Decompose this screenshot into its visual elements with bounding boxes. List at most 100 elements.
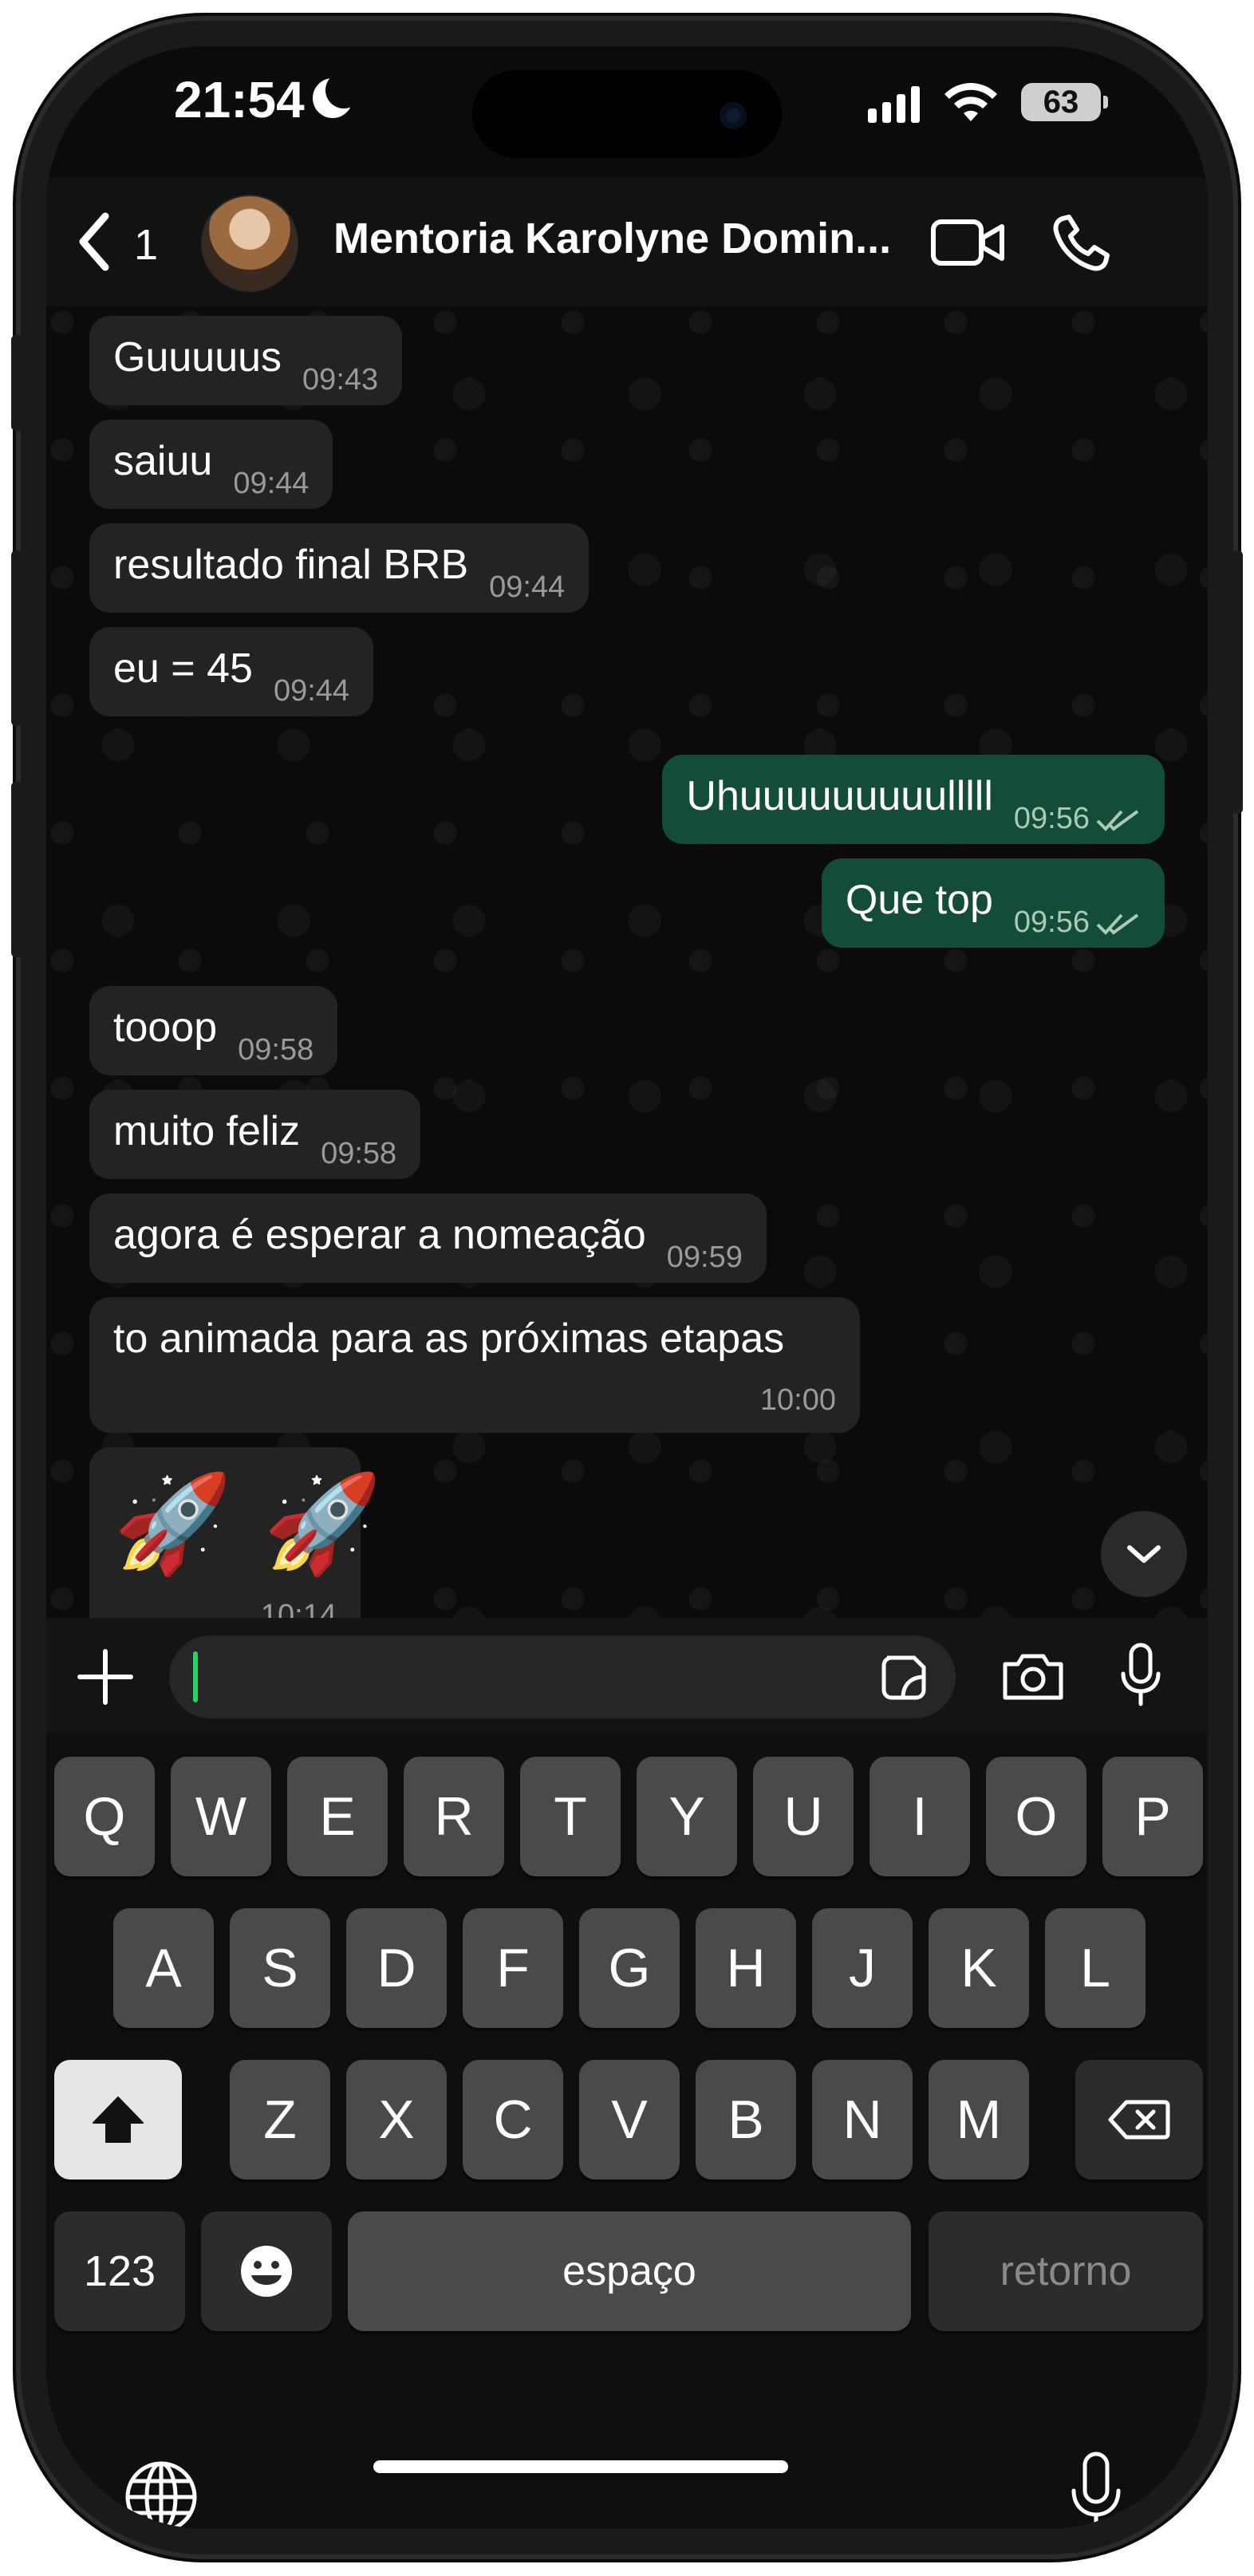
message-text: to animada para as próximas etapas	[113, 1316, 785, 1362]
message-time: 09:44	[273, 674, 350, 708]
message-bubble[interactable]: agora é esperar a nomeação 09:59	[89, 1193, 767, 1283]
key-k[interactable]: K	[929, 1908, 1029, 2028]
camera-icon[interactable]	[1000, 1650, 1066, 1702]
scroll-to-bottom-button[interactable]	[1101, 1511, 1187, 1597]
message-bubble[interactable]: to animada para as próximas etapas 10:00	[89, 1297, 860, 1433]
chevron-left-icon	[79, 212, 109, 271]
key-e[interactable]: E	[287, 1757, 388, 1876]
key-r[interactable]: R	[404, 1757, 504, 1876]
key-g[interactable]: G	[579, 1908, 680, 2028]
key-v[interactable]: V	[579, 2060, 680, 2180]
key-m[interactable]: M	[929, 2060, 1029, 2180]
backspace-key[interactable]	[1075, 2060, 1203, 2180]
volume-down-button	[11, 782, 22, 957]
chat-title[interactable]: Mentoria Karolyne Domin...	[333, 214, 891, 263]
key-y[interactable]: Y	[637, 1757, 737, 1876]
message-bubble[interactable]: Que top 09:56	[821, 858, 1165, 948]
moon-icon	[313, 72, 362, 118]
message-time: 10:14	[260, 1599, 337, 1618]
numbers-key[interactable]: 123	[54, 2211, 185, 2331]
read-receipt-icon	[1096, 810, 1139, 831]
wifi-icon	[944, 83, 997, 121]
chevron-down-icon	[1127, 1545, 1161, 1563]
message-time: 09:56	[1014, 905, 1141, 940]
power-button	[1232, 550, 1243, 814]
key-h[interactable]: H	[696, 1908, 796, 2028]
key-z[interactable]: Z	[230, 2060, 330, 2180]
message-text: muito feliz	[113, 1108, 301, 1154]
cellular-signal-icon	[868, 86, 920, 123]
space-key[interactable]: espaço	[348, 2211, 911, 2331]
globe-icon[interactable]	[123, 2459, 199, 2529]
key-w[interactable]: W	[171, 1757, 271, 1876]
key-b[interactable]: B	[696, 2060, 796, 2180]
message-emoji: 🚀 🚀	[113, 1469, 382, 1580]
key-t[interactable]: T	[520, 1757, 621, 1876]
message-bubble[interactable]: tooop 09:58	[89, 986, 338, 1075]
volume-up-button	[11, 550, 22, 726]
message-text: eu = 45	[113, 645, 253, 692]
backspace-icon	[1108, 2100, 1170, 2140]
message-bubble[interactable]: resultado final BRB 09:44	[89, 523, 590, 613]
sticker-icon[interactable]	[879, 1653, 929, 1702]
key-a[interactable]: A	[113, 1908, 214, 2028]
message-time: 10:00	[759, 1383, 836, 1417]
status-time: 21:54	[174, 71, 305, 128]
front-camera-icon	[720, 102, 747, 129]
dynamic-island	[472, 70, 782, 158]
key-x[interactable]: X	[346, 2060, 447, 2180]
key-i[interactable]: I	[870, 1757, 970, 1876]
home-indicator[interactable]	[373, 2460, 788, 2473]
message-bubble[interactable]: 🚀 🚀 10:14	[89, 1447, 382, 1618]
message-time: 09:43	[302, 363, 379, 396]
key-s[interactable]: S	[230, 1908, 330, 2028]
key-q[interactable]: Q	[54, 1757, 155, 1876]
key-c[interactable]: C	[463, 2060, 563, 2180]
message-text: resultado final BRB	[113, 542, 469, 588]
dictation-microphone-icon[interactable]	[1069, 2451, 1123, 2529]
message-time: 09:58	[238, 1033, 314, 1067]
video-call-icon[interactable]	[929, 212, 1008, 273]
return-key[interactable]: retorno	[929, 2211, 1203, 2331]
phone-screen: 21:54 63 1 Mentoria Karolyne Domin... Gu…	[46, 46, 1208, 2529]
key-f[interactable]: F	[463, 1908, 563, 2028]
key-j[interactable]: J	[812, 1908, 913, 2028]
unread-count[interactable]: 1	[134, 220, 158, 270]
key-n[interactable]: N	[812, 2060, 913, 2180]
message-time: 09:56	[1014, 802, 1141, 836]
emoji-key[interactable]	[201, 2211, 332, 2331]
key-l[interactable]: L	[1045, 1908, 1146, 2028]
key-u[interactable]: U	[753, 1757, 854, 1876]
key-o[interactable]: O	[986, 1757, 1086, 1876]
message-bubble[interactable]: Uhuuuuuuuuulllll 09:56	[662, 755, 1165, 844]
key-d[interactable]: D	[346, 1908, 447, 2028]
emoji-icon	[241, 2246, 292, 2297]
message-time: 09:59	[666, 1241, 743, 1274]
voice-call-icon[interactable]	[1051, 212, 1115, 273]
message-bubble[interactable]: eu = 45 09:44	[89, 627, 374, 716]
message-input[interactable]	[169, 1635, 956, 1718]
chat-messages[interactable]: Guuuuus 09:43 saiuu 09:44 resultado final …	[46, 306, 1208, 1618]
message-bubble[interactable]: Guuuuus 09:43	[89, 316, 403, 405]
message-text: Guuuuus	[113, 334, 282, 381]
shift-key[interactable]	[54, 2060, 182, 2180]
keyboard: Q W E R T Y U I O P A S D F G H J K L Z …	[46, 1733, 1208, 2529]
text-caret	[193, 1651, 198, 1702]
message-time: 09:44	[489, 570, 566, 604]
microphone-icon[interactable]	[1118, 1642, 1163, 1709]
battery-indicator: 63	[1021, 83, 1108, 121]
avatar[interactable]	[201, 195, 298, 292]
message-text: Que top	[845, 877, 993, 923]
message-text: agora é esperar a nomeação	[113, 1212, 646, 1258]
key-p[interactable]: P	[1102, 1757, 1203, 1876]
plus-icon[interactable]	[73, 1645, 137, 1709]
shift-icon	[93, 2097, 144, 2143]
message-text: Uhuuuuuuuuulllll	[686, 773, 993, 819]
message-text: saiuu	[113, 438, 213, 484]
message-text: tooop	[113, 1004, 218, 1051]
message-bubble[interactable]: muito feliz 09:58	[89, 1090, 421, 1179]
message-time: 09:58	[321, 1137, 397, 1170]
message-input-bar	[46, 1618, 1208, 1733]
message-bubble[interactable]: saiuu 09:44	[89, 420, 333, 509]
action-button	[11, 335, 22, 431]
